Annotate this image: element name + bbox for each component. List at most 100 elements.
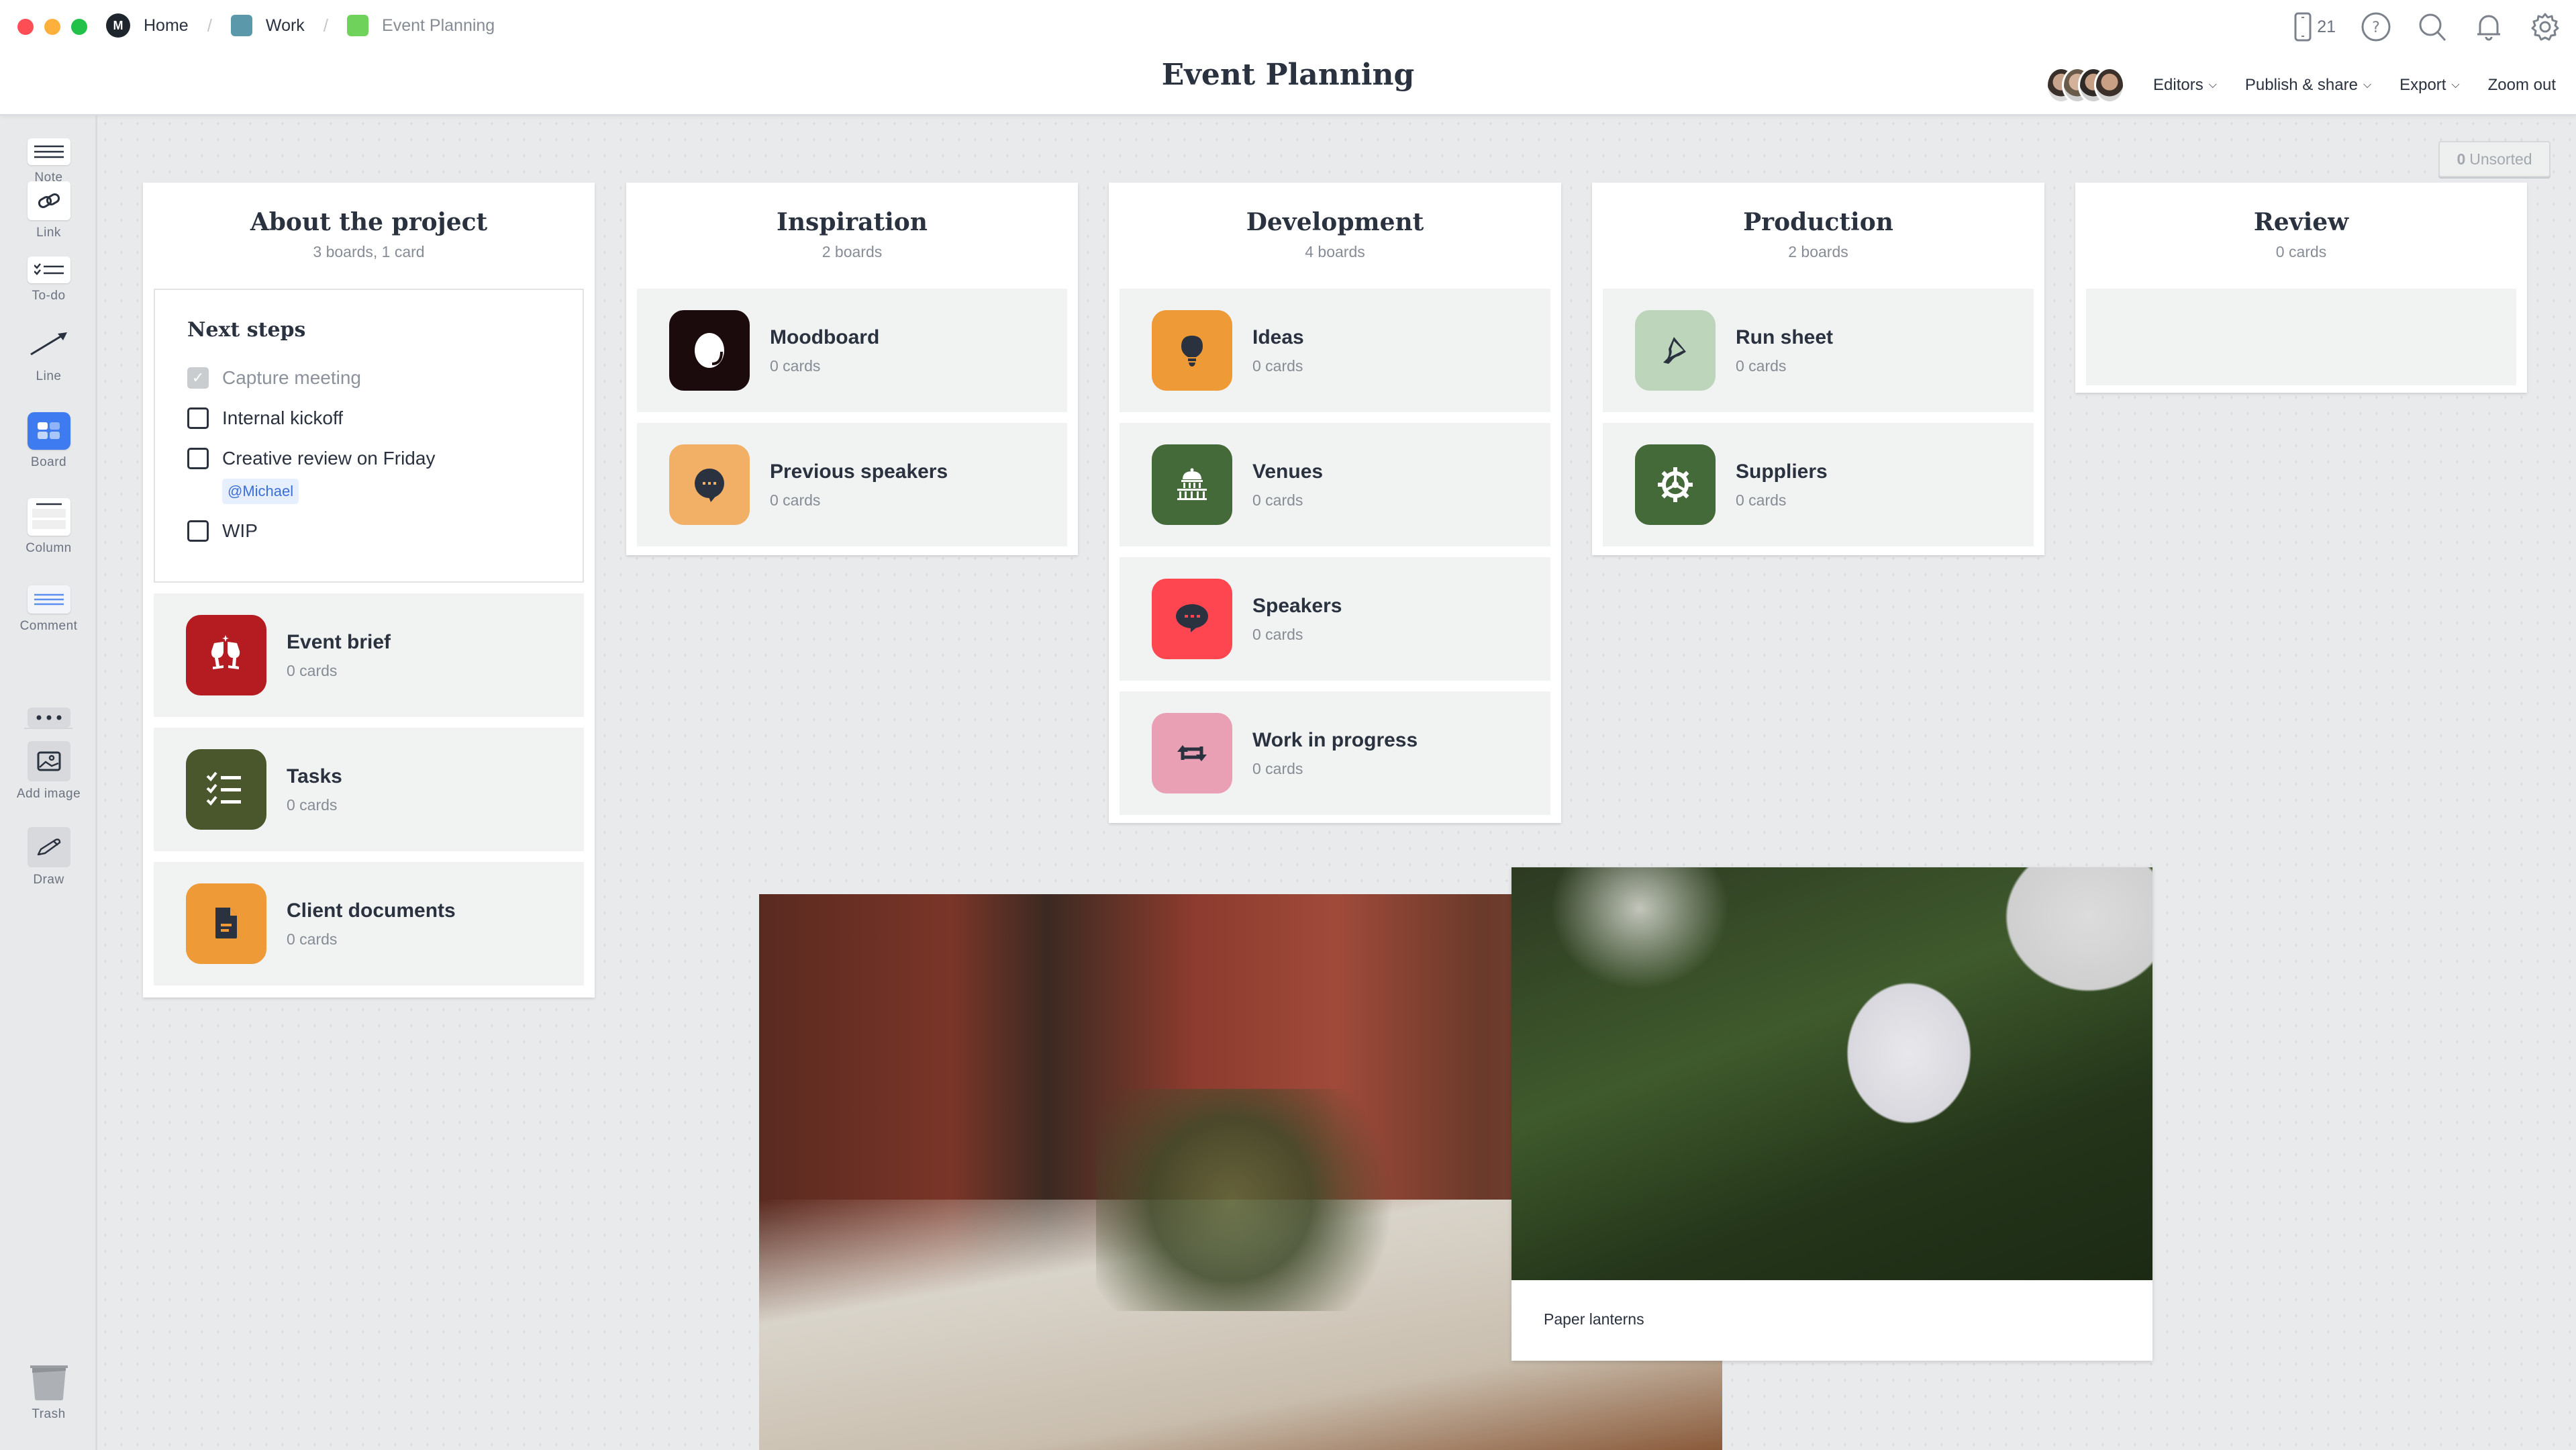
document-icon (186, 883, 266, 964)
board-suppliers[interactable]: Suppliers 0 cards (1603, 423, 2034, 546)
close-window-button[interactable] (17, 19, 34, 35)
zoom-out-label: Zoom out (2487, 76, 2556, 94)
unsorted-button[interactable]: 0 Unsorted (2438, 141, 2550, 177)
empty-column-dropzone[interactable] (2086, 289, 2516, 385)
toolbar-divider (24, 728, 72, 729)
column-inspiration[interactable]: Inspiration 2 boards Moodboard 0 cards P… (626, 183, 1078, 555)
breadcrumb-label: Event Planning (382, 15, 495, 35)
tool-label: Link (36, 226, 61, 240)
checklist-icon (186, 749, 266, 830)
moodboard-icon (669, 310, 750, 391)
checkbox-checked[interactable]: ✓ (187, 367, 209, 389)
editor-avatars[interactable] (2046, 67, 2126, 103)
board-speakers[interactable]: Speakers 0 cards (1120, 557, 1550, 681)
board-name: Tasks (287, 765, 342, 787)
trash-button[interactable]: Trash (0, 1364, 97, 1422)
board-moodboard[interactable]: Moodboard 0 cards (637, 289, 1067, 412)
board-count: 0 cards (1736, 491, 1787, 509)
board-run-sheet[interactable]: Run sheet 0 cards (1603, 289, 2034, 412)
tool-comment[interactable]: Comment (0, 585, 97, 634)
tool-note[interactable]: Note (0, 138, 97, 185)
breadcrumb-work[interactable]: Work (230, 15, 305, 36)
board-ideas[interactable]: Ideas 0 cards (1120, 289, 1550, 412)
search-icon (2419, 13, 2446, 42)
board-name: Run sheet (1736, 326, 1834, 348)
settings-button[interactable] (2529, 11, 2561, 43)
board-icon (27, 412, 70, 450)
column-subtitle: 3 boards, 1 card (313, 243, 425, 260)
maximize-window-button[interactable] (71, 19, 87, 35)
checkbox[interactable] (187, 520, 209, 542)
export-label: Export (2399, 76, 2446, 94)
unsorted-count: 0 (2457, 150, 2466, 168)
board-venues[interactable]: Venues 0 cards (1120, 423, 1550, 546)
highlighter-icon (1635, 310, 1716, 391)
column-icon (27, 498, 70, 536)
tool-draw[interactable]: Draw (0, 827, 97, 887)
board-count: 0 cards (1252, 356, 1303, 375)
column-title: Development (1246, 208, 1424, 236)
board-previous-speakers[interactable]: Previous speakers 0 cards (637, 423, 1067, 546)
bell-icon (2477, 15, 2500, 41)
header-menu: Editors ⌵ Publish & share ⌵ Export ⌵ Zoo… (2046, 67, 2556, 103)
milanote-logo-icon: M (106, 13, 130, 38)
column-subtitle: 2 boards (1788, 243, 1848, 260)
board-tasks[interactable]: Tasks 0 cards (154, 728, 584, 851)
board-count: 0 cards (1252, 491, 1303, 509)
zoom-out-button[interactable]: Zoom out (2488, 76, 2556, 95)
board-client-documents[interactable]: Client documents 0 cards (154, 862, 584, 985)
checkbox[interactable] (187, 448, 209, 469)
speech-bubble-icon (669, 444, 750, 525)
todo-item[interactable]: Creative review on Friday (187, 438, 550, 479)
search-button[interactable] (2416, 11, 2448, 43)
board-name: Event brief (287, 630, 391, 653)
mention-tag[interactable]: @Michael (222, 479, 299, 504)
editors-label: Editors (2153, 76, 2203, 94)
help-button[interactable]: ? (2360, 11, 2392, 43)
board-work-in-progress[interactable]: Work in progress 0 cards (1120, 691, 1550, 815)
tool-more[interactable] (0, 708, 97, 728)
minimize-window-button[interactable] (44, 19, 60, 35)
column-production[interactable]: Production 2 boards Run sheet 0 cards Su… (1592, 183, 2044, 555)
checkbox[interactable] (187, 407, 209, 429)
tool-add-image[interactable]: Add image (0, 741, 97, 802)
tool-label: Draw (33, 873, 64, 887)
breadcrumb-event-planning[interactable]: Event Planning (347, 15, 495, 36)
column-header: Production 2 boards (1592, 183, 2044, 289)
column-review[interactable]: Review 0 cards (2075, 183, 2527, 393)
board-event-brief[interactable]: Event brief 0 cards (154, 593, 584, 717)
column-header: About the project 3 boards, 1 card (143, 183, 595, 289)
tool-todo[interactable]: To-do (0, 256, 97, 303)
publish-share-menu[interactable]: Publish & share ⌵ (2245, 76, 2371, 95)
trash-icon (28, 1364, 70, 1402)
column-header: Inspiration 2 boards (626, 183, 1078, 289)
breadcrumb-separator: / (323, 15, 329, 36)
column-development[interactable]: Development 4 boards Ideas 0 cards Venue… (1109, 183, 1561, 823)
image-caption[interactable]: Paper lanterns (1544, 1310, 1644, 1328)
todo-icon (27, 256, 70, 283)
board-count: 0 cards (287, 795, 338, 814)
todo-item[interactable]: ✓ Capture meeting (187, 358, 550, 398)
tool-line[interactable]: Line (0, 324, 97, 384)
tool-column[interactable]: Column (0, 498, 97, 556)
breadcrumb-home[interactable]: M Home (106, 13, 189, 38)
mobile-devices-button[interactable]: 21 (2294, 12, 2336, 42)
breadcrumb-label: Home (144, 15, 189, 35)
tool-link[interactable]: Link (0, 181, 97, 240)
export-menu[interactable]: Export ⌵ (2399, 76, 2460, 95)
todo-item[interactable]: WIP (187, 511, 550, 551)
publish-share-label: Publish & share (2244, 76, 2358, 94)
notifications-button[interactable] (2473, 11, 2505, 43)
column-about-the-project[interactable]: About the project 3 boards, 1 card Next … (143, 183, 595, 998)
photo-detail (1096, 1088, 1434, 1311)
column-subtitle: 2 boards (822, 243, 883, 260)
chevron-down-icon: ⌵ (2363, 79, 2372, 91)
tool-board[interactable]: Board (0, 412, 97, 470)
line-arrow-icon (28, 324, 70, 364)
todo-item[interactable]: Internal kickoff (187, 398, 550, 438)
image-card-paper-lanterns[interactable]: Paper lanterns (1512, 867, 2152, 1361)
board-name: Venues (1252, 460, 1324, 483)
todo-list-card[interactable]: Next steps ✓ Capture meeting Internal ki… (154, 289, 584, 583)
comment-icon (27, 585, 70, 614)
editors-menu[interactable]: Editors ⌵ (2153, 76, 2217, 95)
